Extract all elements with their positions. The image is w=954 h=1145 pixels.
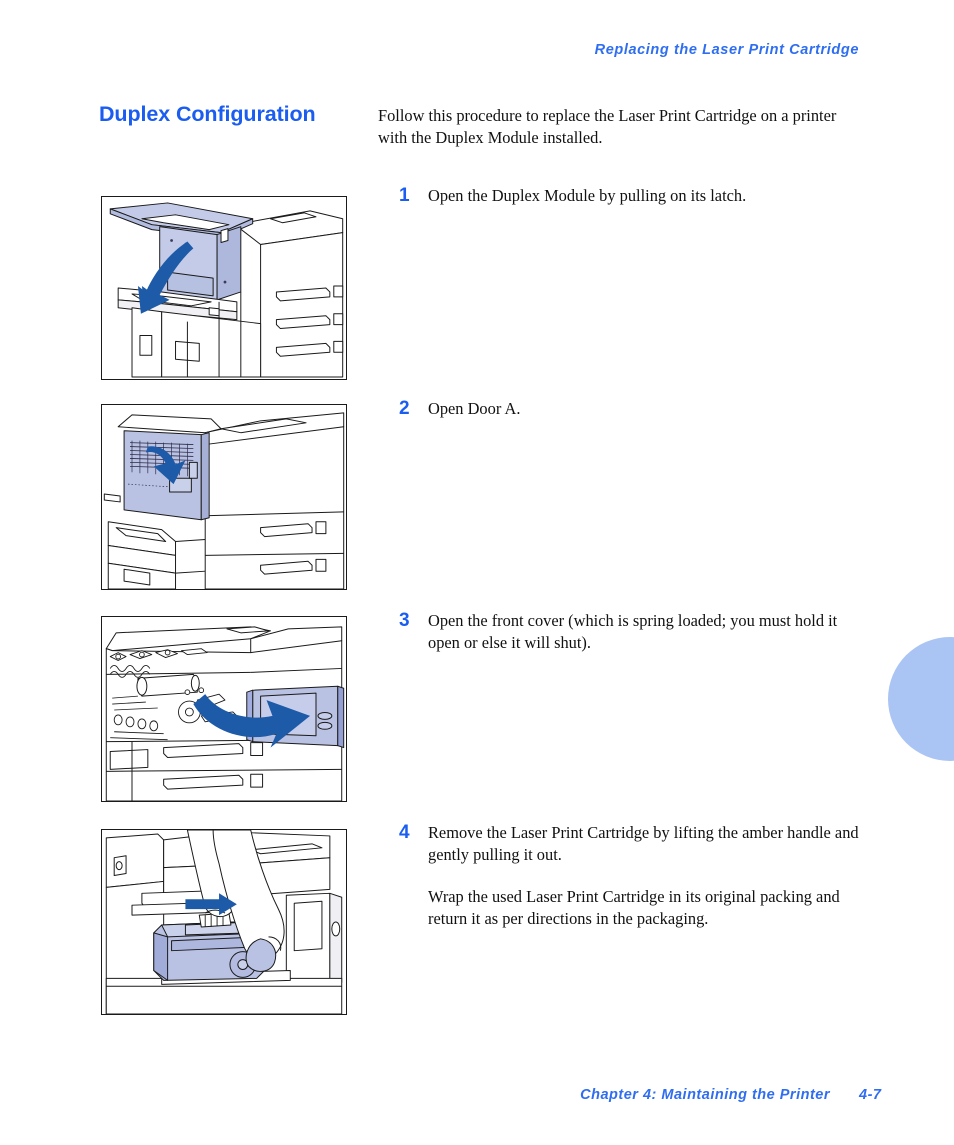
step-text-4: Remove the Laser Print Cartridge by lift… xyxy=(428,822,869,929)
running-header: Replacing the Laser Print Cartridge xyxy=(594,42,859,58)
step-1: 1 Open the Duplex Module by pulling on i… xyxy=(399,185,869,207)
step-text-2: Open Door A. xyxy=(428,398,869,420)
intro-paragraph: Follow this procedure to replace the Las… xyxy=(378,106,837,147)
page-footer: Chapter 4: Maintaining the Printer 4-7 xyxy=(580,1087,882,1103)
step-number-2: 2 xyxy=(399,398,410,419)
step-4-paragraph-1: Remove the Laser Print Cartridge by lift… xyxy=(428,823,859,864)
step-3: 3 Open the front cover (which is spring … xyxy=(399,610,869,653)
figure-3-front-cover xyxy=(101,616,347,802)
document-page: Replacing the Laser Print Cartridge Dupl… xyxy=(0,0,954,1145)
step-3-paragraph-1: Open the front cover (which is spring lo… xyxy=(428,611,838,652)
page-title: Duplex Configuration xyxy=(99,102,316,127)
step-number-4: 4 xyxy=(399,822,410,843)
figure-1-duplex-latch xyxy=(101,196,347,380)
edge-thumb-tab xyxy=(888,637,954,761)
step-2-paragraph-1: Open Door A. xyxy=(428,399,521,418)
step-4-paragraph-2: Wrap the used Laser Print Cartridge in i… xyxy=(428,887,840,928)
footer-chapter-label: Chapter 4: Maintaining the Printer xyxy=(580,1087,830,1103)
step-2: 2 Open Door A. xyxy=(399,398,869,420)
figure-2-door-a xyxy=(101,404,347,590)
figure-4-remove-cartridge xyxy=(101,829,347,1015)
step-text-1: Open the Duplex Module by pulling on its… xyxy=(428,185,869,207)
step-number-1: 1 xyxy=(399,185,410,206)
step-1-paragraph-1: Open the Duplex Module by pulling on its… xyxy=(428,186,747,205)
step-text-3: Open the front cover (which is spring lo… xyxy=(428,610,869,653)
step-number-3: 3 xyxy=(399,610,410,631)
step-4: 4 Remove the Laser Print Cartridge by li… xyxy=(399,822,869,929)
